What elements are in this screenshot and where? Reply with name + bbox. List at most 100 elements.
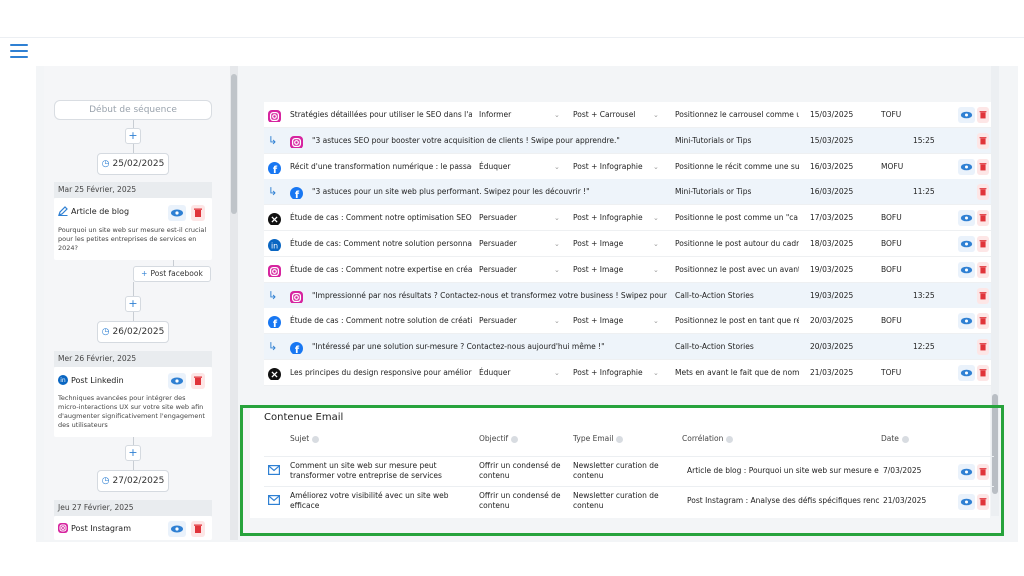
view-button[interactable] <box>958 261 975 278</box>
delete-button[interactable] <box>191 205 205 221</box>
row-date: 20/03/2025 <box>810 342 854 352</box>
delete-button[interactable] <box>977 158 989 175</box>
instagram-icon <box>290 290 303 303</box>
x-icon <box>268 368 281 380</box>
table-row[interactable]: f Récit d'une transformation numérique : … <box>264 153 996 180</box>
format-select[interactable]: Post + Infographie <box>573 360 655 386</box>
format-select[interactable]: Post + Infographie <box>573 154 655 180</box>
date-chip[interactable]: ◷ 25/02/2025 <box>97 153 169 175</box>
view-button[interactable] <box>958 464 975 480</box>
timeline-scrollbar[interactable] <box>230 66 238 540</box>
format-select[interactable]: Post + Image <box>573 257 655 283</box>
facebook-icon: f <box>290 342 303 355</box>
delete-button[interactable] <box>977 365 989 381</box>
email-subject: Améliorez votre visibilité avec un site … <box>290 491 449 510</box>
table-row[interactable]: Étude de cas : Comment notre expertise e… <box>264 256 996 283</box>
objectif-select[interactable]: Persuader <box>479 205 561 231</box>
delete-button[interactable] <box>977 313 989 330</box>
email-correlation: Post Instagram : Analyse des défis spéci… <box>687 496 879 505</box>
delete-button[interactable] <box>191 373 205 389</box>
column-header-type: Type Email <box>573 434 624 443</box>
chevron-down-icon: ⌄ <box>554 240 560 248</box>
facebook-icon: f <box>268 161 281 174</box>
view-button[interactable] <box>168 521 186 537</box>
menu-icon[interactable] <box>10 44 28 58</box>
view-button[interactable] <box>958 236 975 252</box>
delete-button[interactable] <box>977 132 989 149</box>
svg-text:f: f <box>273 319 278 328</box>
row-date: 16/03/2025 <box>810 187 854 197</box>
delete-button[interactable] <box>977 107 989 123</box>
row-positioning: Positionne le post comme un "ca <box>675 213 798 223</box>
format-select[interactable]: Post + Carrousel <box>573 102 655 128</box>
view-button[interactable] <box>958 107 975 123</box>
format-select[interactable]: Post + Image <box>573 308 655 334</box>
content-card[interactable]: in Post Linkedin Techniques avancées pou… <box>54 367 212 437</box>
view-button[interactable] <box>168 373 186 389</box>
row-funnel: TOFU <box>881 368 902 377</box>
content-card[interactable]: Article de blog Pourquoi un site web sur… <box>54 198 212 260</box>
eye-icon <box>960 163 973 170</box>
row-date: 21/03/2025 <box>810 368 854 377</box>
objectif-select[interactable]: Éduquer <box>479 154 561 180</box>
chevron-down-icon: ⌄ <box>554 265 560 274</box>
delete-button[interactable] <box>977 210 989 227</box>
trash-icon <box>979 188 987 196</box>
eye-icon <box>960 214 973 222</box>
table-row[interactable]: Étude de cas : Comment notre optimisatio… <box>264 205 996 232</box>
table-row[interactable]: Les principes du design responsive pour … <box>264 360 996 386</box>
table-row[interactable]: Stratégies détaillées pour utiliser le S… <box>264 102 996 128</box>
table-row[interactable]: ↳ f "3 astuces pour un site web plus perfo… <box>264 179 996 206</box>
delete-button[interactable] <box>977 494 989 510</box>
delete-button[interactable] <box>977 184 989 201</box>
add-step-button[interactable]: + <box>125 128 141 144</box>
table-row[interactable]: in Étude de cas: Comment notre solution p… <box>264 231 996 257</box>
date-chip[interactable]: ◷ 27/02/2025 <box>97 470 169 492</box>
view-button[interactable] <box>958 365 975 381</box>
delete-button[interactable] <box>191 521 205 537</box>
add-step-button[interactable]: + <box>125 296 141 312</box>
pencil-icon <box>58 206 68 216</box>
format-select[interactable]: Post + Infographie <box>573 205 655 231</box>
delete-button[interactable] <box>977 261 989 278</box>
delete-button[interactable] <box>977 287 989 304</box>
row-date: 15/03/2025 <box>810 110 854 119</box>
email-row[interactable]: Améliorez votre visibilité avec un site … <box>264 486 994 516</box>
objectif-select[interactable]: Persuader <box>479 257 561 283</box>
table-row[interactable]: ↳ "3 astuces SEO pour booster votre acqui… <box>264 127 996 154</box>
card-title: Post Instagram <box>71 523 131 533</box>
view-button[interactable] <box>958 210 975 227</box>
trash-icon <box>979 265 987 274</box>
chevron-down-icon: ⌄ <box>554 369 560 377</box>
trash-icon <box>979 136 987 145</box>
delete-button[interactable] <box>977 236 989 252</box>
row-title: Stratégies détaillées pour utiliser le S… <box>290 110 472 119</box>
objectif-select[interactable]: Persuader <box>479 231 561 257</box>
table-row[interactable]: f Étude de cas : Comment notre solution d… <box>264 308 996 335</box>
table-row[interactable]: ↳ f "Intéressé par une solution sur-mesure… <box>264 334 996 361</box>
help-icon <box>616 435 624 443</box>
view-button[interactable] <box>168 205 186 221</box>
delete-button[interactable] <box>977 464 989 480</box>
chevron-down-icon: ⌄ <box>554 214 560 223</box>
eye-icon <box>171 377 183 385</box>
content-card[interactable]: Post Instagram <box>54 516 212 540</box>
view-button[interactable] <box>958 313 975 330</box>
add-step-button[interactable]: + <box>125 445 141 461</box>
email-row[interactable]: Comment un site web sur mesure peut trans… <box>264 456 994 486</box>
objectif-select[interactable]: Éduquer <box>479 360 561 386</box>
row-positioning: Positionnez le carrousel comme u <box>675 110 799 119</box>
sequence-start[interactable]: Début de séquence <box>54 100 212 120</box>
row-title: "Intéressé par une solution sur-mesure ?… <box>312 342 605 352</box>
format-select[interactable]: Post + Image <box>573 231 655 257</box>
date-chip[interactable]: ◷ 26/02/2025 <box>97 321 169 343</box>
post-facebook-button[interactable]: + Post facebook <box>133 266 211 282</box>
delete-button[interactable] <box>977 339 989 356</box>
objectif-select[interactable]: Persuader <box>479 308 561 334</box>
objectif-select[interactable]: Informer <box>479 102 561 128</box>
instagram-icon <box>58 523 68 533</box>
table-row[interactable]: ↳ "Impressionné par nos résultats ? Conta… <box>264 282 996 309</box>
view-button[interactable] <box>958 494 975 510</box>
row-date: 19/03/2025 <box>810 264 854 274</box>
view-button[interactable] <box>958 158 975 175</box>
